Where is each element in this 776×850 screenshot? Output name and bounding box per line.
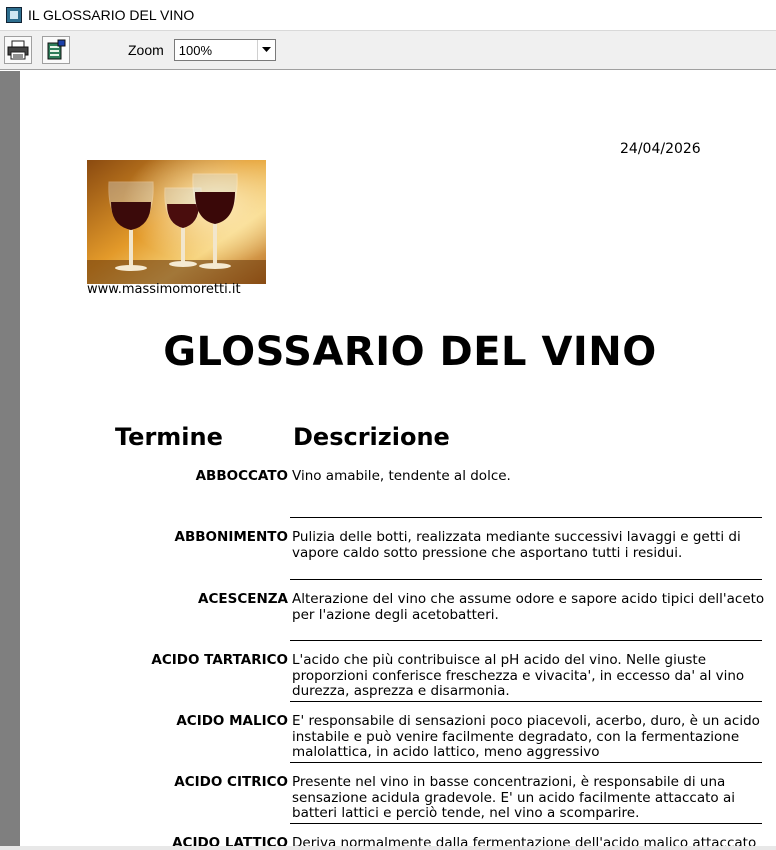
zoom-select[interactable]: 100% <box>173 39 276 61</box>
entry-term: ACESCENZA <box>198 591 288 607</box>
entry-separator <box>290 701 762 702</box>
report-page: 24/04/2026 www.massimomoretti.it GLOSSAR… <box>20 71 776 850</box>
entry-separator <box>290 517 762 518</box>
horizontal-scrollbar[interactable] <box>0 846 776 850</box>
entry-term: ACIDO TARTARICO <box>151 652 288 668</box>
chevron-down-icon[interactable] <box>256 40 275 60</box>
wine-glasses-image <box>87 160 266 284</box>
print-button[interactable] <box>4 36 32 64</box>
export-button[interactable] <box>42 36 70 64</box>
zoom-value: 100% <box>178 42 213 58</box>
report-date: 24/04/2026 <box>620 141 701 157</box>
entry-term: ABBONIMENTO <box>174 529 288 545</box>
zoom-label: Zoom <box>128 42 164 58</box>
entry-term: ABBOCCATO <box>195 468 288 484</box>
entry-description: Vino amabile, tendente al dolce. <box>292 468 511 484</box>
window-title: IL GLOSSARIO DEL VINO <box>28 7 195 23</box>
column-header-description: Descrizione <box>293 423 450 451</box>
entry-description: Presente nel vino in basse concentrazion… <box>292 774 735 821</box>
column-header-term: Termine <box>115 423 223 451</box>
title-bar: IL GLOSSARIO DEL VINO <box>0 0 776 30</box>
entry-description: E' responsabile di sensazioni poco piace… <box>292 713 760 760</box>
report-viewer[interactable]: 24/04/2026 www.massimomoretti.it GLOSSAR… <box>0 71 776 850</box>
entry-description: L'acido che più contribuisce al pH acido… <box>292 652 745 699</box>
entry-separator <box>290 579 762 580</box>
entry-separator <box>290 823 762 824</box>
website-label: www.massimomoretti.it <box>87 282 241 297</box>
entry-description: Alterazione del vino che assume odore e … <box>292 591 765 623</box>
document-title: GLOSSARIO DEL VINO <box>163 329 657 375</box>
printer-icon <box>7 40 29 60</box>
entry-term: ACIDO MALICO <box>176 713 288 729</box>
entry-description: Pulizia delle botti, realizzata mediante… <box>292 529 741 561</box>
entry-separator <box>290 762 762 763</box>
entry-term: ACIDO CITRICO <box>174 774 288 790</box>
toolbar: Zoom 100% <box>0 30 776 70</box>
entry-separator <box>290 640 762 641</box>
export-icon <box>47 39 66 60</box>
app-icon <box>6 7 22 23</box>
